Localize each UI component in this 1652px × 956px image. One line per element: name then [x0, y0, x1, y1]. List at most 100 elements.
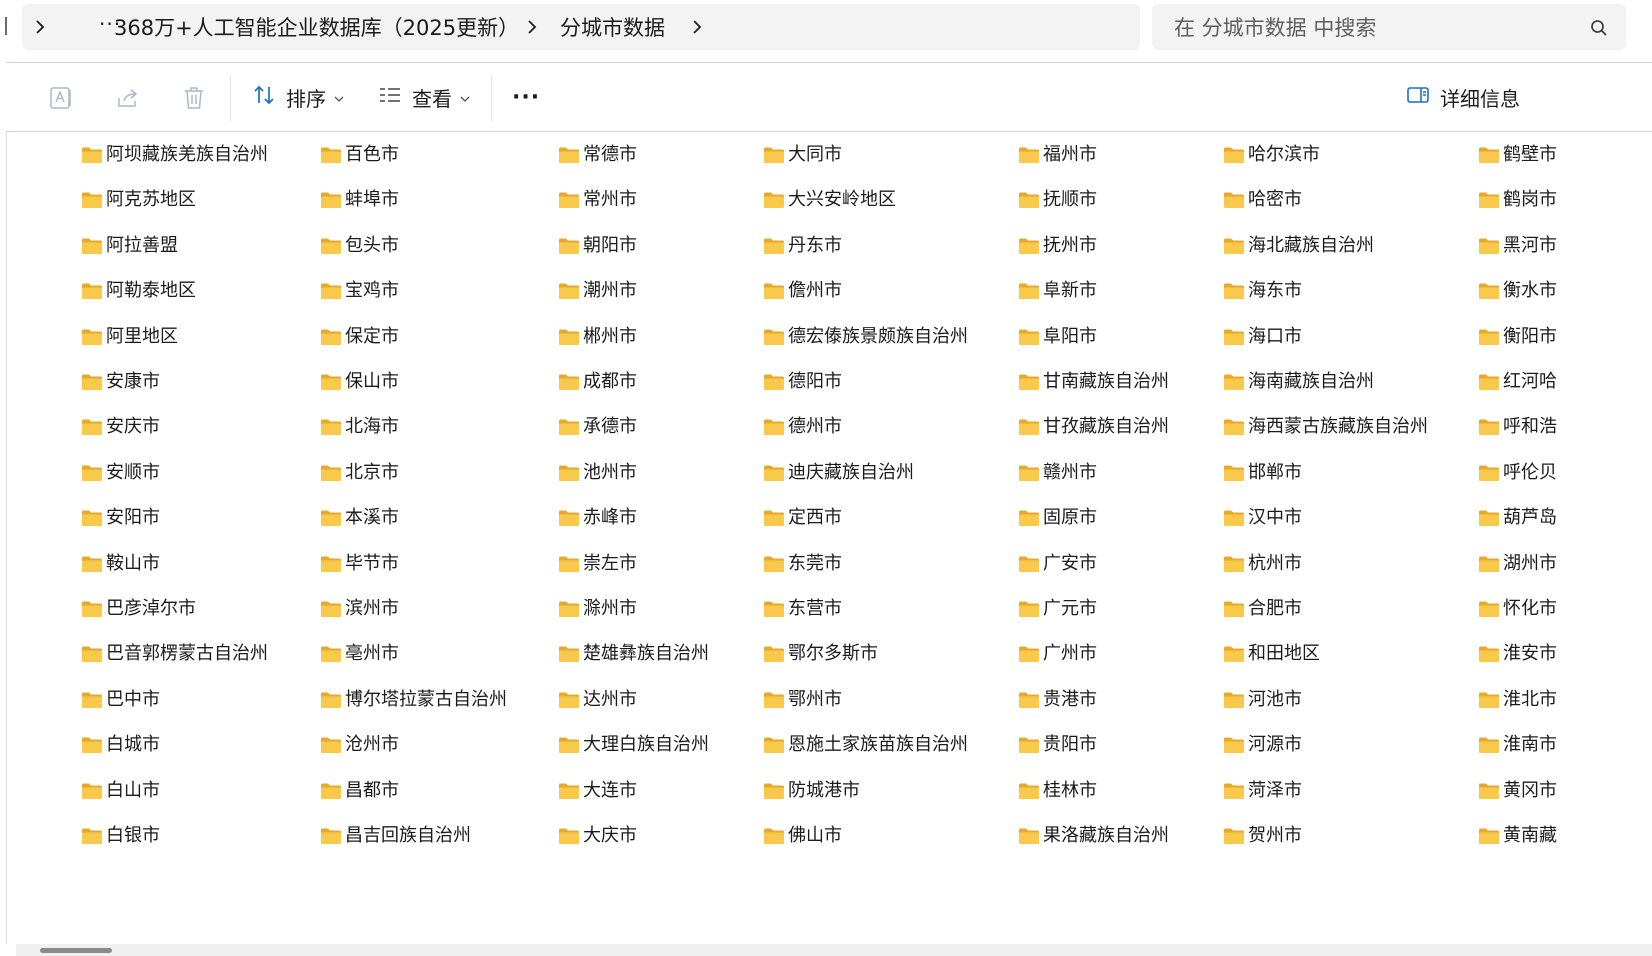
folder-item[interactable]: 邯郸市 — [1223, 458, 1302, 488]
folder-item[interactable]: 白银市 — [81, 821, 160, 851]
folder-item[interactable]: 博尔塔拉蒙古自治州 — [320, 685, 507, 715]
folder-item[interactable]: 安庆市 — [81, 412, 160, 442]
folder-item[interactable]: 阜阳市 — [1018, 322, 1097, 352]
folder-item[interactable]: 大理白族自治州 — [558, 730, 709, 760]
folder-item[interactable]: 海北藏族自治州 — [1223, 231, 1374, 261]
folder-item[interactable]: 保定市 — [320, 322, 399, 352]
folder-item[interactable]: 朝阳市 — [558, 231, 637, 261]
folder-item[interactable]: 滁州市 — [558, 594, 637, 624]
folder-item[interactable]: 鄂州市 — [763, 685, 842, 715]
folder-item[interactable]: 抚顺市 — [1018, 185, 1097, 215]
folder-item[interactable]: 白城市 — [81, 730, 160, 760]
folder-item[interactable]: 哈密市 — [1223, 185, 1302, 215]
folder-item[interactable]: 黄南藏 — [1478, 821, 1557, 851]
folder-item[interactable]: 湖州市 — [1478, 549, 1557, 579]
folder-item[interactable]: 黑河市 — [1478, 231, 1557, 261]
chevron-right-icon[interactable] — [524, 18, 540, 36]
chevron-right-icon[interactable] — [689, 18, 705, 36]
folder-item[interactable]: 广安市 — [1018, 549, 1097, 579]
breadcrumb[interactable]: ··· 368万+人工智能企业数据库（2025更新） 分城市数据 — [22, 4, 1140, 50]
scrollbar-thumb[interactable] — [40, 948, 112, 953]
folder-item[interactable]: 滨州市 — [320, 594, 399, 624]
folder-item[interactable]: 郴州市 — [558, 322, 637, 352]
search-input[interactable]: 在 分城市数据 中搜索 — [1152, 4, 1626, 50]
folder-item[interactable]: 阜新市 — [1018, 276, 1097, 306]
folder-item[interactable]: 白山市 — [81, 776, 160, 806]
folder-item[interactable]: 阿里地区 — [81, 322, 178, 352]
folder-item[interactable]: 甘南藏族自治州 — [1018, 367, 1169, 397]
folder-item[interactable]: 潮州市 — [558, 276, 637, 306]
folder-item[interactable]: 贵阳市 — [1018, 730, 1097, 760]
folder-item[interactable]: 阿拉善盟 — [81, 231, 178, 261]
folder-item[interactable]: 淮南市 — [1478, 730, 1557, 760]
folder-item[interactable]: 黄冈市 — [1478, 776, 1557, 806]
view-button[interactable]: 查看 — [378, 79, 470, 115]
folder-item[interactable]: 赤峰市 — [558, 503, 637, 533]
delete-icon[interactable] — [181, 85, 207, 111]
folder-item[interactable]: 鹤壁市 — [1478, 140, 1557, 170]
folder-item[interactable]: 东营市 — [763, 594, 842, 624]
folder-item[interactable]: 儋州市 — [763, 276, 842, 306]
folder-item[interactable]: 抚州市 — [1018, 231, 1097, 261]
folder-item[interactable]: 百色市 — [320, 140, 399, 170]
folder-item[interactable]: 淮安市 — [1478, 639, 1557, 669]
folder-item[interactable]: 常州市 — [558, 185, 637, 215]
folder-item[interactable]: 楚雄彝族自治州 — [558, 639, 709, 669]
folder-item[interactable]: 合肥市 — [1223, 594, 1302, 624]
folder-item[interactable]: 固原市 — [1018, 503, 1097, 533]
folder-item[interactable]: 亳州市 — [320, 639, 399, 669]
folder-item[interactable]: 大兴安岭地区 — [763, 185, 896, 215]
folder-item[interactable]: 池州市 — [558, 458, 637, 488]
details-button[interactable]: 详细信息 — [1406, 79, 1520, 115]
folder-item[interactable]: 汉中市 — [1223, 503, 1302, 533]
folder-item[interactable]: 菏泽市 — [1223, 776, 1302, 806]
folder-item[interactable]: 葫芦岛 — [1478, 503, 1557, 533]
folder-item[interactable]: 甘孜藏族自治州 — [1018, 412, 1169, 442]
folder-item[interactable]: 贵港市 — [1018, 685, 1097, 715]
folder-item[interactable]: 成都市 — [558, 367, 637, 397]
folder-item[interactable]: 防城港市 — [763, 776, 860, 806]
folder-item[interactable]: 海东市 — [1223, 276, 1302, 306]
folder-item[interactable]: 呼伦贝 — [1478, 458, 1557, 488]
folder-item[interactable]: 阿克苏地区 — [81, 185, 196, 215]
folder-item[interactable]: 包头市 — [320, 231, 399, 261]
folder-item[interactable]: 呼和浩 — [1478, 412, 1557, 442]
folder-item[interactable]: 海西蒙古族藏族自治州 — [1223, 412, 1428, 442]
see-more-button[interactable]: ··· — [512, 79, 540, 115]
folder-item[interactable]: 本溪市 — [320, 503, 399, 533]
folder-item[interactable]: 广元市 — [1018, 594, 1097, 624]
folder-item[interactable]: 宝鸡市 — [320, 276, 399, 306]
folder-item[interactable]: 沧州市 — [320, 730, 399, 760]
folder-item[interactable]: 迪庆藏族自治州 — [763, 458, 914, 488]
folder-item[interactable]: 恩施土家族苗族自治州 — [763, 730, 968, 760]
folder-item[interactable]: 红河哈 — [1478, 367, 1557, 397]
folder-item[interactable]: 怀化市 — [1478, 594, 1557, 624]
folder-item[interactable]: 佛山市 — [763, 821, 842, 851]
folder-item[interactable]: 常德市 — [558, 140, 637, 170]
folder-item[interactable]: 和田地区 — [1223, 639, 1320, 669]
folder-item[interactable]: 贺州市 — [1223, 821, 1302, 851]
folder-item[interactable]: 东莞市 — [763, 549, 842, 579]
folder-item[interactable]: 大同市 — [763, 140, 842, 170]
folder-item[interactable]: 淮北市 — [1478, 685, 1557, 715]
folder-item[interactable]: 安顺市 — [81, 458, 160, 488]
folder-item[interactable]: 海南藏族自治州 — [1223, 367, 1374, 397]
folder-item[interactable]: 阿坝藏族羌族自治州 — [81, 140, 268, 170]
folder-item[interactable]: 昌都市 — [320, 776, 399, 806]
folder-item[interactable]: 鹤岗市 — [1478, 185, 1557, 215]
search-icon[interactable] — [1590, 19, 1608, 41]
folder-item[interactable]: 蚌埠市 — [320, 185, 399, 215]
folder-item[interactable]: 保山市 — [320, 367, 399, 397]
folder-item[interactable]: 德阳市 — [763, 367, 842, 397]
folder-item[interactable]: 安阳市 — [81, 503, 160, 533]
folder-item[interactable]: 承德市 — [558, 412, 637, 442]
folder-item[interactable]: 达州市 — [558, 685, 637, 715]
folder-item[interactable]: 毕节市 — [320, 549, 399, 579]
folder-item[interactable]: 巴彦淖尔市 — [81, 594, 196, 624]
folder-item[interactable]: 德州市 — [763, 412, 842, 442]
folder-item[interactable]: 广州市 — [1018, 639, 1097, 669]
sort-button[interactable]: 排序 — [252, 79, 344, 115]
folder-item[interactable]: 昌吉回族自治州 — [320, 821, 471, 851]
folder-item[interactable]: 桂林市 — [1018, 776, 1097, 806]
folder-item[interactable]: 北京市 — [320, 458, 399, 488]
